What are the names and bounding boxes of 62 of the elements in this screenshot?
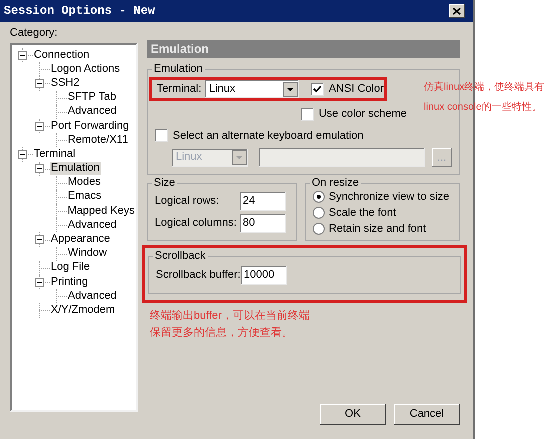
checkbox[interactable] — [300, 108, 314, 121]
dialog-button[interactable]: Cancel — [394, 404, 460, 425]
group-title: Size — [153, 177, 176, 189]
check-icon — [312, 84, 322, 94]
tree-item[interactable]: Mapped Keys — [66, 204, 136, 218]
radio-label[interactable]: Synchronize view to size — [329, 188, 450, 206]
tree-item[interactable]: Remote/X11 — [67, 134, 130, 147]
checkbox[interactable] — [310, 82, 324, 96]
collapse-icon[interactable] — [35, 164, 44, 174]
tree-item[interactable]: Emacs — [67, 190, 103, 204]
collapse-icon[interactable] — [35, 235, 44, 244]
tree-item[interactable]: Appearance — [50, 233, 112, 246]
keyboard-file-field[interactable] — [259, 148, 425, 167]
field-label: Scrollback buffer: — [156, 268, 241, 284]
radio-button[interactable] — [313, 223, 325, 235]
annotation-text: 终端输出buffer，可以在当前终端 — [150, 309, 311, 324]
terminal-dropdown[interactable]: Linux — [205, 80, 299, 98]
radio-label[interactable]: Retain size and font — [329, 220, 426, 238]
field-label: Logical rows: — [155, 194, 220, 210]
collapse-icon[interactable] — [35, 78, 44, 88]
tree-item[interactable]: Logon Actions — [50, 62, 122, 76]
checkbox-label[interactable]: Use color scheme — [318, 106, 407, 122]
checkbox-label[interactable]: ANSI Color — [328, 80, 384, 98]
category-label: Category: — [10, 27, 59, 41]
tree-item[interactable]: Printing — [50, 276, 90, 289]
tree-item[interactable]: Advanced — [67, 105, 118, 118]
radio-label[interactable]: Scale the font — [329, 204, 396, 222]
collapse-icon[interactable] — [18, 50, 27, 60]
tree-item[interactable]: Connection — [33, 48, 91, 62]
radio-button[interactable] — [313, 207, 325, 219]
tree-item[interactable]: Emulation — [50, 162, 101, 176]
tree-item[interactable]: Window — [67, 247, 108, 260]
tree-item[interactable]: SSH2 — [50, 76, 81, 90]
tree-item[interactable]: SFTP Tab — [67, 91, 118, 104]
tree-item[interactable]: Port Forwarding — [50, 120, 130, 133]
window-title: Session Options - New — [4, 3, 156, 20]
close-button[interactable] — [449, 4, 465, 18]
checkbox-label[interactable]: Select an alternate keyboard emulation — [173, 128, 364, 144]
collapse-icon[interactable] — [35, 122, 44, 131]
tree-item[interactable]: Advanced — [67, 218, 118, 232]
panel-header: Emulation — [147, 40, 460, 58]
dialog-button[interactable]: OK — [320, 404, 386, 425]
tree-item[interactable]: Log File — [50, 261, 92, 274]
annotation-text: 保留更多的信息，方便查看。 — [150, 326, 294, 341]
tree-item[interactable]: Modes — [67, 176, 102, 190]
group-title: On resize — [311, 177, 360, 189]
tree-item[interactable]: Terminal — [33, 148, 77, 161]
group-title: Scrollback — [154, 250, 207, 262]
rows-field[interactable]: 24 — [240, 192, 286, 211]
scrollback-field[interactable]: 10000 — [241, 266, 287, 285]
close-icon — [453, 8, 461, 14]
dropdown-arrow-icon[interactable] — [282, 82, 298, 96]
checkbox[interactable] — [155, 129, 168, 142]
columns-field[interactable]: 80 — [240, 214, 286, 233]
field-label: Logical columns: — [155, 216, 238, 232]
field-label: Terminal: — [157, 82, 203, 97]
collapse-icon[interactable] — [18, 150, 27, 159]
collapse-icon[interactable] — [35, 278, 44, 287]
group-title: Emulation — [153, 63, 204, 75]
tree-item[interactable]: Advanced — [67, 290, 118, 303]
radio-button[interactable] — [313, 191, 325, 203]
tree-item[interactable]: X/Y/Zmodem — [50, 304, 116, 317]
